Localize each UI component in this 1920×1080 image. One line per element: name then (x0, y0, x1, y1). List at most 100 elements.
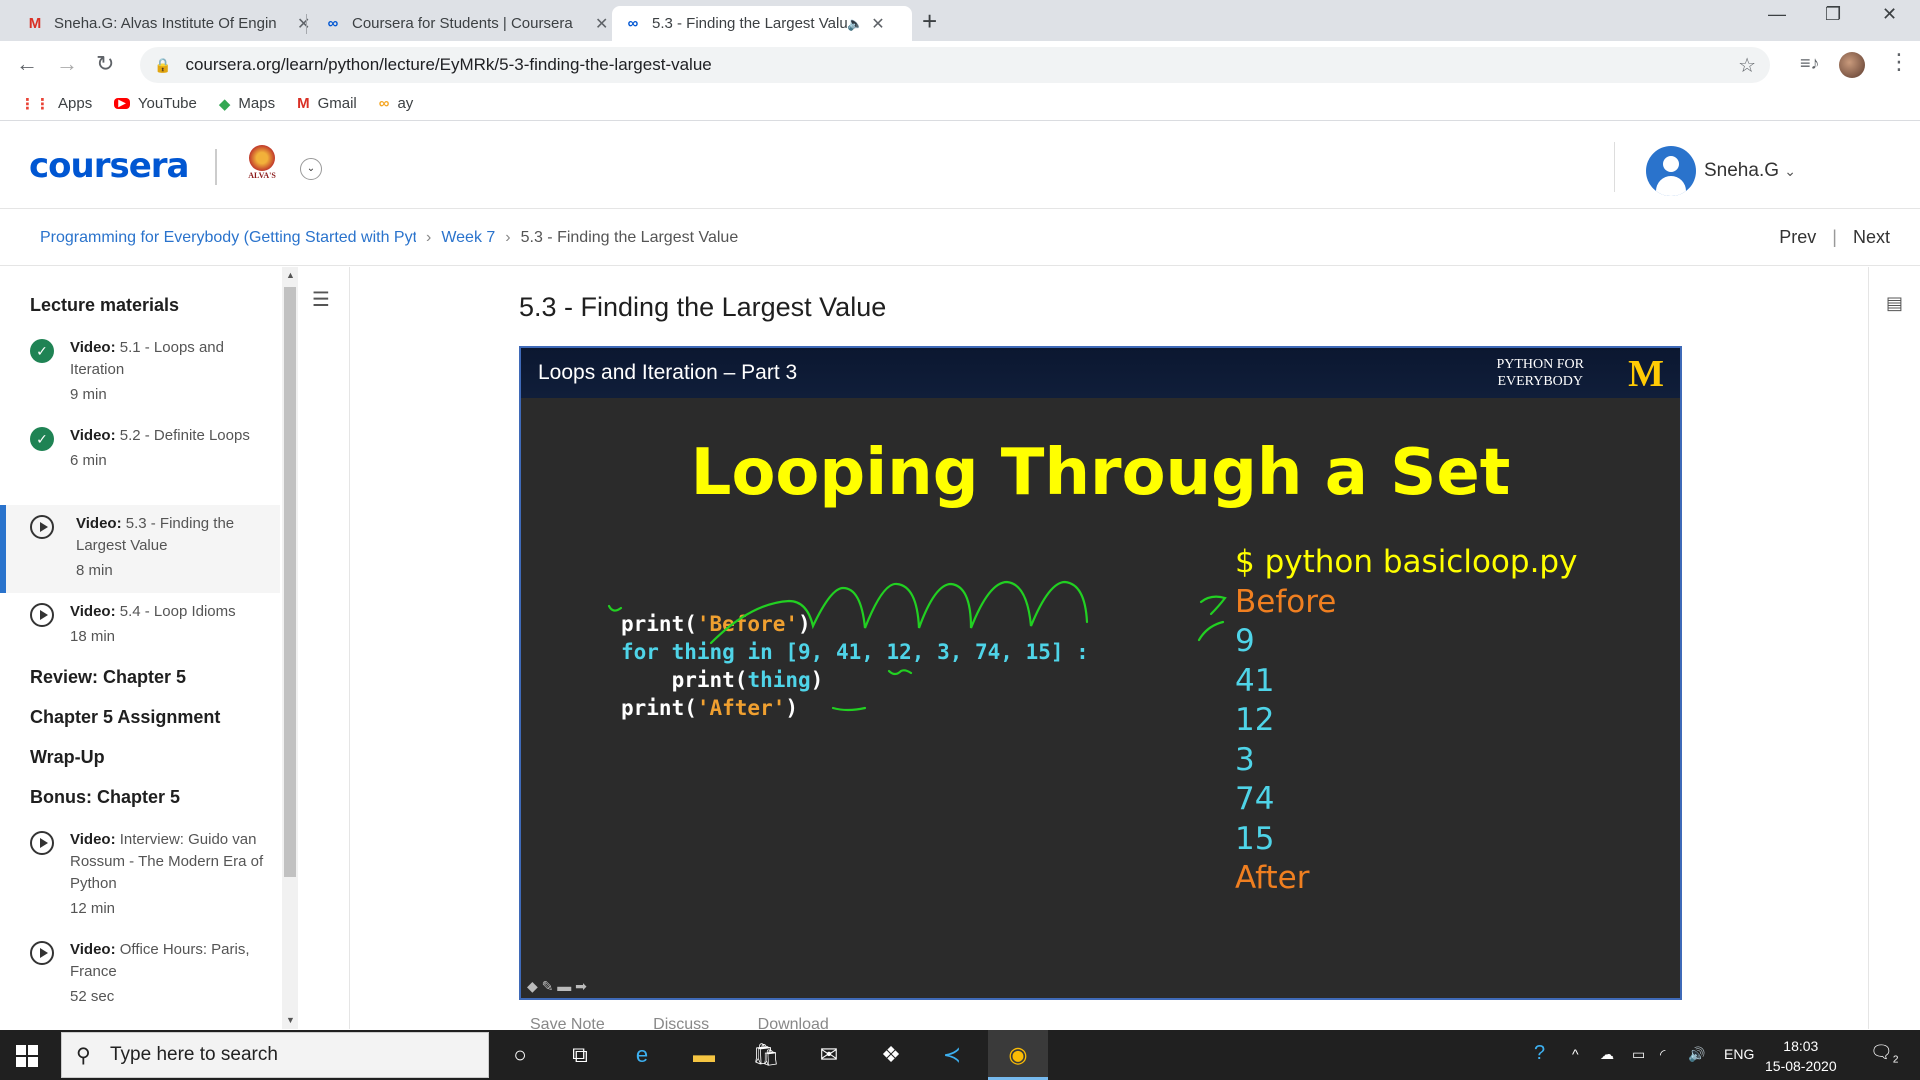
chrome-menu-icon[interactable]: ⋮ (1888, 49, 1910, 75)
maximize-icon[interactable]: ❐ (1825, 4, 1841, 25)
sidebar-item-video-5-4[interactable]: Video: 5.4 - Loop Idioms 18 min (0, 601, 280, 648)
sidebar-section-wrapup[interactable]: Wrap-Up (30, 747, 105, 768)
bookmark-ay[interactable]: ∞ ay (379, 95, 414, 112)
coursera-icon: ∞ (327, 15, 339, 32)
institution-emblem-icon (249, 145, 275, 171)
help-icon[interactable]: ? (1534, 1042, 1545, 1065)
window-close-icon[interactable]: ✕ (1882, 4, 1897, 25)
gmail-icon: M (297, 95, 310, 112)
play-icon (30, 603, 54, 627)
reload-icon[interactable]: ↻ (96, 51, 114, 77)
forward-icon[interactable]: → (56, 51, 78, 77)
close-tab-icon[interactable]: ✕ (297, 14, 310, 34)
notes-icon[interactable]: ▤ (1886, 293, 1903, 314)
checkmark-icon: ✓ (30, 427, 54, 451)
notification-center-icon[interactable]: 🗨2 (1870, 1042, 1898, 1066)
address-bar[interactable]: 🔒 coursera.org/learn/python/lecture/EyMR… (140, 47, 1770, 83)
media-control-icon[interactable]: ≡♪ (1800, 53, 1820, 74)
bookmark-apps[interactable]: ⋮⋮ Apps (20, 95, 92, 113)
video-header-bar: Loops and Iteration – Part 3 PYTHON FOR E… (521, 348, 1680, 398)
file-explorer-icon[interactable]: ▬ (689, 1040, 719, 1070)
bookmarks-bar: ⋮⋮ Apps ▶ YouTube ◆ Maps M Gmail ∞ ay (0, 87, 1920, 121)
outline-toggle-column: ☰ (300, 267, 350, 1029)
sidebar-section-assignment[interactable]: Chapter 5 Assignment (30, 707, 220, 728)
coursera-icon: ∞ (627, 15, 639, 32)
coursera-header: coursera ALVA'S ⌄ Sneha.G ⌄ (0, 122, 1920, 209)
scrollbar-thumb[interactable] (284, 287, 296, 877)
task-view-icon[interactable]: ⧉ (565, 1040, 595, 1070)
institution-logo[interactable]: ALVA'S (244, 145, 280, 187)
sidebar-section-bonus[interactable]: Bonus: Chapter 5 (30, 787, 180, 808)
sidebar-item-video-5-3[interactable]: Video: 5.3 - Finding the Largest Value 8… (0, 505, 280, 593)
chevron-right-icon: › (505, 228, 511, 246)
coursera-icon: ∞ (378, 95, 390, 112)
onedrive-icon[interactable]: ☁ (1600, 1046, 1614, 1063)
sidebar-scrollbar[interactable]: ▲ ▼ (282, 267, 298, 1029)
bookmark-gmail[interactable]: M Gmail (297, 95, 357, 112)
sidebar-item-video-5-1[interactable]: ✓ Video: 5.1 - Loops and Iteration 9 min (0, 337, 280, 406)
cortana-icon[interactable]: ○ (505, 1040, 535, 1070)
close-tab-icon[interactable]: ✕ (871, 14, 884, 34)
url-text: coursera.org/learn/python/lecture/EyMRk/… (185, 55, 712, 74)
windows-start-icon[interactable] (16, 1045, 38, 1067)
back-icon[interactable]: ← (16, 51, 38, 77)
video-header-title: Loops and Iteration – Part 3 (538, 361, 798, 384)
institution-dropdown-chevron-icon[interactable]: ⌄ (300, 158, 322, 180)
chevron-down-icon: ⌄ (1784, 163, 1797, 179)
breadcrumb-course[interactable]: Programming for Everybody (Getting Start… (40, 229, 416, 247)
gmail-icon: M (28, 15, 42, 32)
language-indicator[interactable]: ENG (1724, 1046, 1754, 1062)
play-icon (30, 831, 54, 855)
code-line-3: print(thing) (621, 668, 824, 692)
breadcrumb-week[interactable]: Week 7 (441, 229, 495, 247)
scroll-down-icon[interactable]: ▼ (286, 1015, 295, 1025)
output-line: 12 (1235, 702, 1275, 738)
bookmark-youtube[interactable]: ▶ YouTube (114, 95, 197, 112)
sidebar-item-video-interview[interactable]: Video: Interview: Guido van Rossum - The… (0, 829, 280, 920)
new-tab-button[interactable]: + (922, 6, 937, 37)
edge-icon[interactable]: e (627, 1040, 657, 1070)
battery-icon[interactable]: ▭ (1632, 1046, 1645, 1063)
tray-chevron-up-icon[interactable]: ^ (1572, 1046, 1579, 1062)
taskbar-search-input[interactable]: ⚲ Type here to search (61, 1032, 489, 1078)
output-line: 74 (1235, 781, 1275, 817)
browser-tab-gmail[interactable]: M Sneha.G: Alvas Institute Of Engin ✕ (14, 6, 322, 41)
breadcrumb-current: 5.3 - Finding the Largest Value (520, 228, 739, 246)
user-avatar[interactable] (1646, 146, 1696, 196)
sidebar-section-review[interactable]: Review: Chapter 5 (30, 667, 186, 688)
browser-tab-active[interactable]: ∞ 5.3 - Finding the Largest Valu 🔈 ✕ (612, 6, 912, 41)
maps-icon: ◆ (218, 95, 231, 113)
lock-icon[interactable]: 🔒 (154, 57, 171, 74)
output-line: 9 (1235, 623, 1255, 659)
speaker-icon[interactable]: 🔈 (847, 16, 863, 32)
bookmark-maps[interactable]: ◆ Maps (219, 95, 275, 113)
terminal-output: $ python basicloop.py Before 9 41 12 3 7… (1235, 543, 1577, 899)
sidebar-item-video-office-hours[interactable]: Video: Office Hours: Paris, France 52 se… (0, 939, 280, 1008)
code-line-2: for thing in [9, 41, 12, 3, 74, 15] : (621, 640, 1089, 664)
user-menu[interactable]: Sneha.G ⌄ (1704, 160, 1796, 182)
next-button[interactable]: Next (1853, 227, 1890, 247)
close-tab-icon[interactable]: ✕ (595, 14, 608, 34)
profile-avatar[interactable] (1839, 52, 1865, 78)
chrome-icon[interactable]: ◉ (1003, 1040, 1033, 1070)
slide-nav-controls[interactable]: ◆ ✎ ▬ ➡ (527, 978, 587, 995)
volume-icon[interactable]: 🔊 (1688, 1046, 1705, 1063)
minimize-icon[interactable]: — (1768, 4, 1786, 25)
wifi-icon[interactable]: ◜ (1660, 1046, 1665, 1063)
system-clock[interactable]: 18:03 15-08-2020 (1765, 1036, 1837, 1076)
vscode-icon[interactable]: ≺ (937, 1040, 967, 1070)
mail-icon[interactable]: ✉ (814, 1040, 844, 1070)
play-icon (30, 941, 54, 965)
outline-list-icon[interactable]: ☰ (312, 287, 330, 312)
output-line: 3 (1235, 741, 1255, 778)
video-player[interactable]: Loops and Iteration – Part 3 PYTHON FOR E… (519, 346, 1682, 1000)
sidebar-item-video-5-2[interactable]: ✓ Video: 5.2 - Definite Loops 6 min (0, 425, 280, 472)
store-icon[interactable]: 🛍 (751, 1040, 781, 1070)
prev-button[interactable]: Prev (1779, 227, 1816, 247)
dropbox-icon[interactable]: ❖ (876, 1040, 906, 1070)
browser-tab-coursera-students[interactable]: ∞ Coursera for Students | Coursera ✕ (312, 6, 620, 41)
scroll-up-icon[interactable]: ▲ (286, 270, 295, 280)
bookmark-star-icon[interactable]: ☆ (1738, 53, 1756, 78)
output-command: $ python basicloop.py (1235, 544, 1578, 580)
coursera-logo[interactable]: coursera (29, 146, 189, 186)
